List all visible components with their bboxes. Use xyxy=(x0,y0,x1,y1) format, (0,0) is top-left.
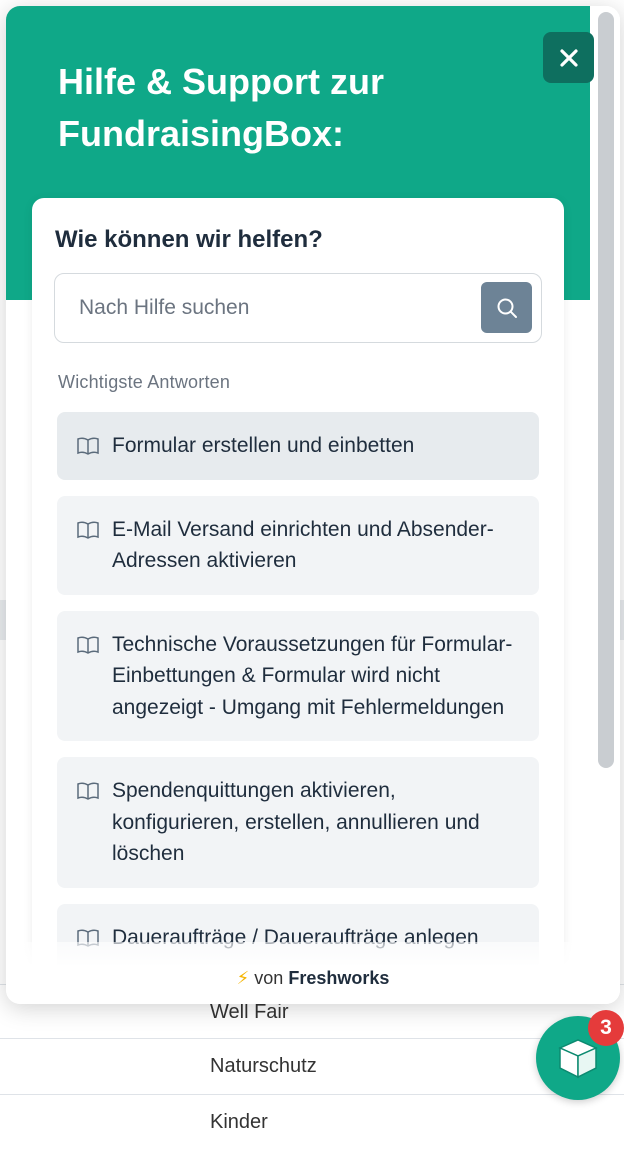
search-input[interactable] xyxy=(77,292,461,324)
background-row-label: Kinder xyxy=(210,1111,268,1133)
section-label: Wichtigste Antworten xyxy=(58,372,231,392)
help-widget: Hilfe & Support zur FundraisingBox: Wie … xyxy=(6,6,620,1004)
article-label: Formular erstellen und einbetten xyxy=(112,434,415,457)
help-card: Wie können wir helfen? Wichtigste Antwor… xyxy=(32,198,564,998)
background-row[interactable]: Kinder xyxy=(0,1094,624,1151)
scrollbar-thumb[interactable] xyxy=(598,12,614,768)
search-icon xyxy=(497,298,517,318)
article-item[interactable]: Spendenquittungen aktivieren, konfigurie… xyxy=(57,757,539,888)
close-icon xyxy=(559,48,578,67)
search-box xyxy=(54,273,542,343)
search-button[interactable] xyxy=(481,282,532,333)
background-row-label: Well Fair xyxy=(210,1001,289,1023)
article-item[interactable]: E-Mail Versand einrichten und Absender-A… xyxy=(57,495,539,595)
background-row[interactable]: Naturschutz xyxy=(0,1038,624,1095)
book-icon xyxy=(77,520,99,539)
lightning-icon: ⚡ xyxy=(236,968,250,988)
article-label: Spendenquittungen aktivieren, konfigurie… xyxy=(112,779,480,865)
powered-prefix: von xyxy=(254,968,284,988)
powered-brand: Freshworks xyxy=(288,968,390,988)
notification-badge: 3 xyxy=(588,1010,624,1046)
card-title: Wie können wir helfen? xyxy=(55,226,323,253)
widget-title: Hilfe & Support zur FundraisingBox: xyxy=(58,61,384,154)
article-list: Formular erstellen und einbetten E-Mail … xyxy=(57,412,539,987)
close-button[interactable] xyxy=(543,32,594,83)
article-label: E-Mail Versand einrichten und Absender-A… xyxy=(112,517,494,573)
article-item[interactable]: Formular erstellen und einbetten xyxy=(57,412,539,480)
book-icon xyxy=(77,437,99,455)
powered-by[interactable]: ⚡ von Freshworks xyxy=(6,968,620,989)
article-label: Technische Voraussetzungen für Formular-… xyxy=(112,632,513,719)
book-icon xyxy=(77,635,99,654)
background-row-label: Naturschutz xyxy=(210,1055,317,1077)
article-item[interactable]: Technische Voraussetzungen für Formular-… xyxy=(57,610,539,741)
book-icon xyxy=(77,782,99,800)
